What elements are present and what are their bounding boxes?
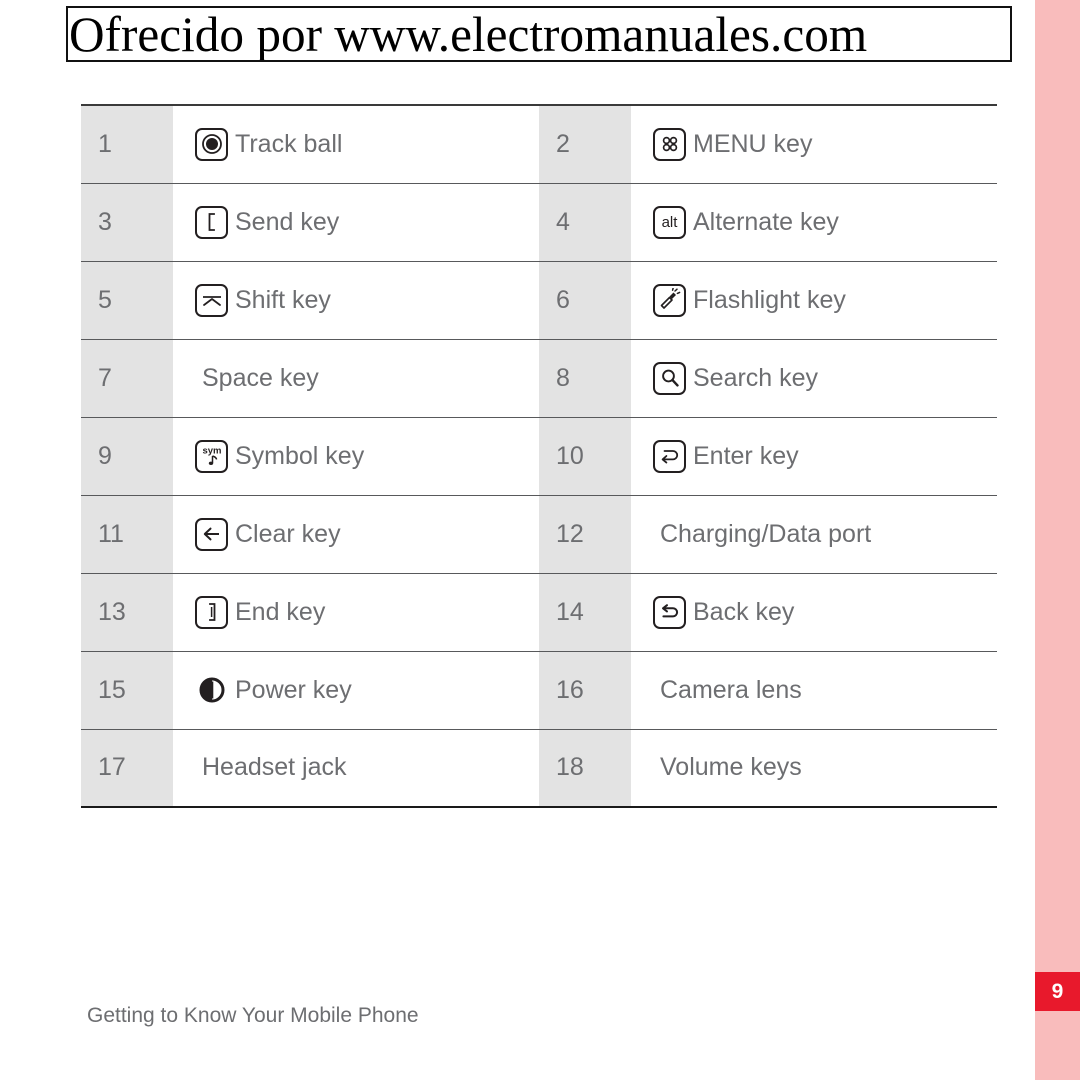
item-number: 10	[539, 416, 631, 496]
item-number: 9	[81, 416, 173, 496]
item-description: Space key	[173, 338, 539, 418]
item-number: 8	[539, 338, 631, 418]
shift-caret-icon	[195, 283, 228, 317]
send-bracket-icon	[195, 205, 228, 239]
item-label: Enter key	[693, 441, 799, 470]
enter-return-icon	[653, 439, 686, 473]
item-description: Power key	[173, 650, 539, 730]
flashlight-icon	[653, 283, 686, 317]
alt-key-label: alt	[661, 213, 678, 231]
item-number: 17	[81, 728, 173, 808]
item-label: Symbol key	[235, 441, 365, 470]
item-description: Track ball	[173, 104, 539, 184]
item-number: 18	[539, 728, 631, 808]
item-description: Send key	[173, 182, 539, 262]
svg-text:sym: sym	[202, 446, 221, 457]
item-description: alt Alternate key	[631, 182, 997, 262]
item-description: MENU key	[631, 104, 997, 184]
clear-arrow-left-icon	[195, 517, 228, 551]
menu-grid-icon	[653, 127, 686, 161]
item-number: 3	[81, 182, 173, 262]
back-arrow-icon	[653, 595, 686, 629]
item-description: Enter key	[631, 416, 997, 496]
phone-parts-table: 1 Track ball 2 MENU key 3 Send key 4 alt…	[81, 104, 997, 808]
item-description: Camera lens	[631, 650, 997, 730]
item-description: Volume keys	[631, 728, 997, 808]
item-label: Power key	[235, 675, 352, 704]
item-number: 5	[81, 260, 173, 340]
table-row: 13 End key 14 Back key	[81, 572, 997, 652]
table-row: 1 Track ball 2 MENU key	[81, 104, 997, 184]
item-label: Flashlight key	[693, 285, 846, 314]
item-label: Alternate key	[693, 207, 839, 236]
table-row: 11 Clear key 12 Charging/Data port	[81, 494, 997, 574]
table-row: 15 Power key 16 Camera lens	[81, 650, 997, 730]
table-row: 17 Headset jack 18 Volume keys	[81, 728, 997, 808]
item-label: Charging/Data port	[660, 519, 872, 548]
item-label: Clear key	[235, 519, 341, 548]
item-label: Track ball	[235, 129, 343, 158]
item-label: MENU key	[693, 129, 813, 158]
item-description: End key	[173, 572, 539, 652]
page-edge-stripe	[1035, 0, 1080, 1080]
item-number: 1	[81, 104, 173, 184]
table-row: 7 Space key 8 Search key	[81, 338, 997, 418]
watermark-banner: Ofrecido por www.electromanuales.com	[66, 6, 1012, 62]
item-description: Flashlight key	[631, 260, 997, 340]
item-description: Search key	[631, 338, 997, 418]
item-description: Headset jack	[173, 728, 539, 808]
power-icon	[195, 674, 228, 707]
item-description: Clear key	[173, 494, 539, 574]
item-label: Volume keys	[660, 753, 802, 782]
item-description: sym Symbol key	[173, 416, 539, 496]
item-label: End key	[235, 597, 326, 626]
item-number: 4	[539, 182, 631, 262]
item-number: 2	[539, 104, 631, 184]
item-label: Camera lens	[660, 675, 802, 704]
table-row: 5 Shift key 6 Flashlight key	[81, 260, 997, 340]
item-description: Back key	[631, 572, 997, 652]
phone-parts-table-body: 1 Track ball 2 MENU key 3 Send key 4 alt…	[81, 104, 997, 808]
item-description: Charging/Data port	[631, 494, 997, 574]
alt-text-icon: alt	[653, 205, 686, 239]
symbol-sym-icon: sym	[195, 439, 228, 473]
watermark-text: Ofrecido por www.electromanuales.com	[68, 6, 868, 62]
item-number: 11	[81, 494, 173, 574]
item-label: Shift key	[235, 285, 331, 314]
item-label: Headset jack	[202, 753, 347, 782]
page-number-badge: 9	[1035, 972, 1080, 1011]
item-description: Shift key	[173, 260, 539, 340]
search-icon	[653, 361, 686, 395]
item-label: Space key	[202, 363, 319, 392]
item-number: 14	[539, 572, 631, 652]
table-row: 3 Send key 4 alt Alternate key	[81, 182, 997, 262]
item-number: 16	[539, 650, 631, 730]
trackball-icon	[195, 127, 228, 161]
end-bracket-icon	[195, 595, 228, 629]
item-label: Back key	[693, 597, 795, 626]
item-label: Send key	[235, 207, 340, 236]
footer-chapter-title: Getting to Know Your Mobile Phone	[87, 1004, 419, 1027]
item-label: Search key	[693, 363, 819, 392]
item-number: 13	[81, 572, 173, 652]
item-number: 6	[539, 260, 631, 340]
item-number: 7	[81, 338, 173, 418]
table-row: 9 sym Symbol key 10 Enter key	[81, 416, 997, 496]
item-number: 15	[81, 650, 173, 730]
item-number: 12	[539, 494, 631, 574]
